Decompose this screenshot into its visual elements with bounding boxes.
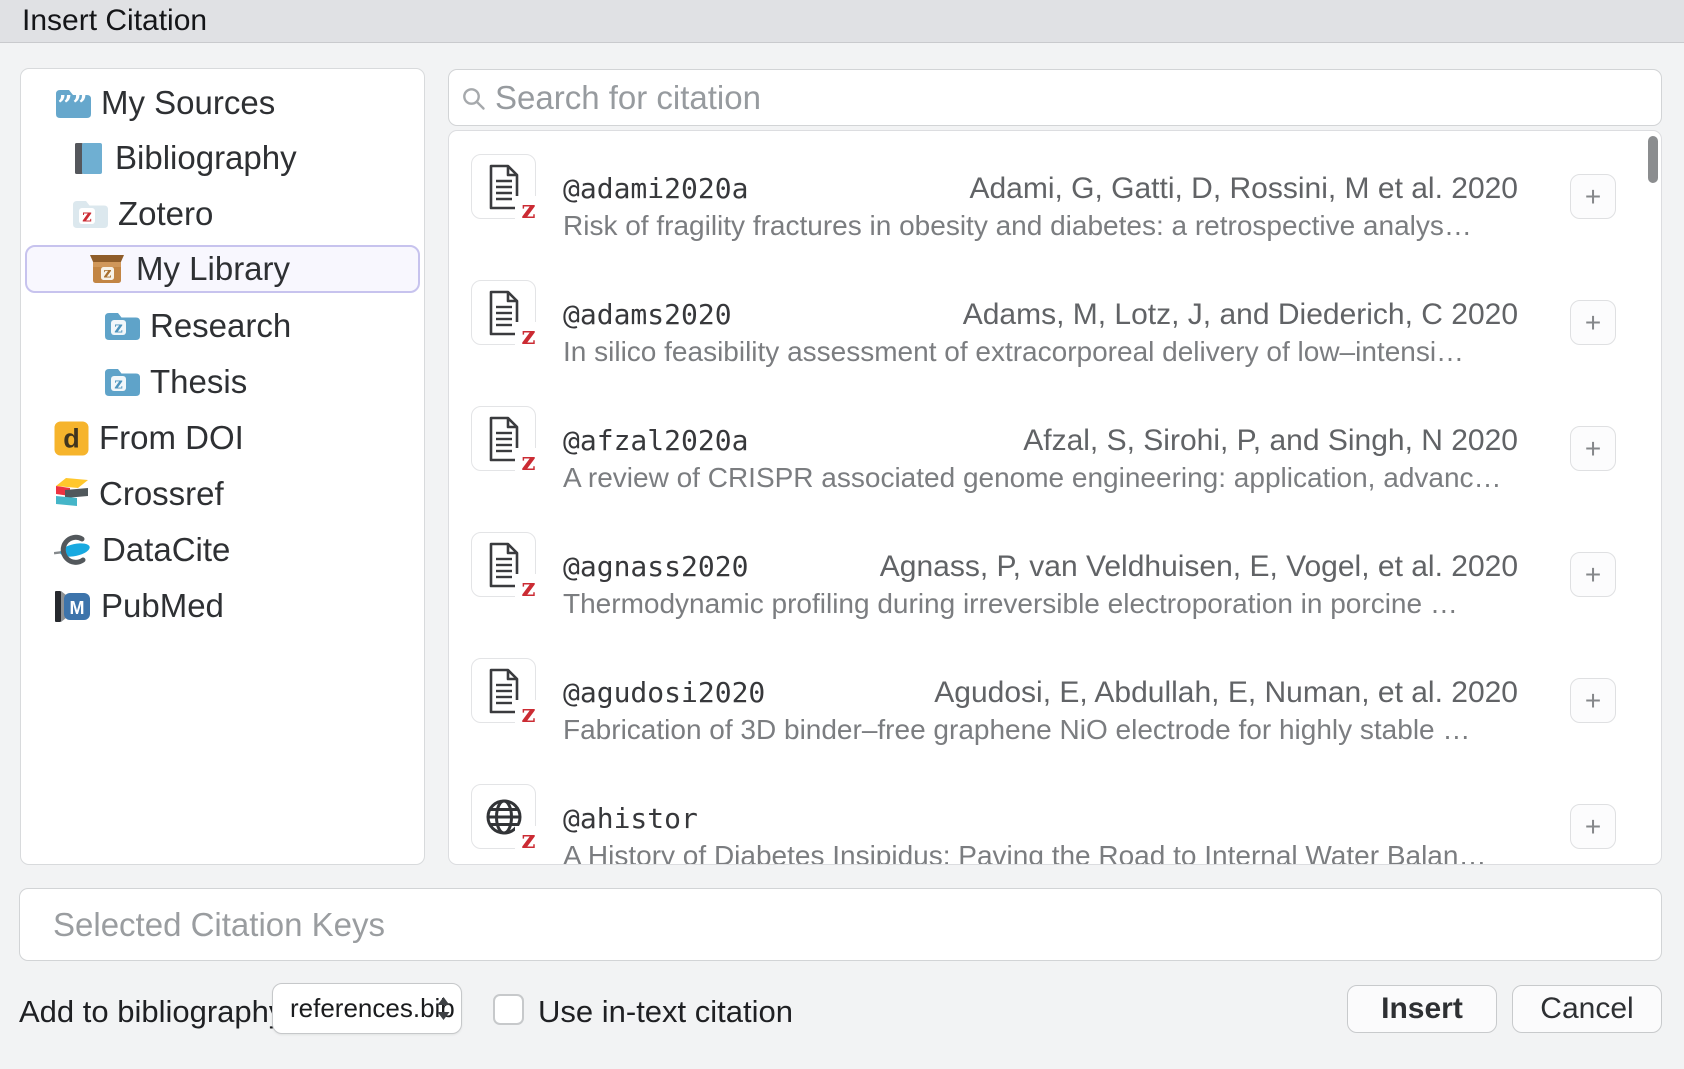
sidebar-item-bibliography[interactable]: Bibliography	[25, 134, 420, 182]
sidebar-item-thesis[interactable]: z Thesis	[25, 358, 420, 406]
use-intext-citation-label: Use in-text citation	[538, 994, 793, 1030]
citation-row[interactable]: z @agudosi2020 Agudosi, E, Abdullah, E, …	[449, 658, 1662, 758]
citation-row[interactable]: z @ahistor A History of Diabetes Insipid…	[449, 784, 1662, 865]
zotero-badge-icon: z	[515, 196, 542, 223]
sources-folder-icon: ””	[54, 88, 91, 119]
citation-row[interactable]: z @afzal2020a Afzal, S, Sirohi, P, and S…	[449, 406, 1662, 506]
sidebar-item-label: Crossref	[99, 475, 224, 513]
zotero-folder-icon: z	[72, 199, 108, 229]
citation-key: @agnass2020	[563, 550, 748, 583]
search-box	[448, 69, 1662, 126]
cancel-button[interactable]: Cancel	[1512, 985, 1662, 1033]
add-citation-button[interactable]: +	[1570, 552, 1616, 597]
citation-title: Thermodynamic profiling during irreversi…	[563, 588, 1458, 620]
book-icon	[72, 142, 105, 175]
sidebar-item-label: My Library	[136, 250, 290, 288]
selected-citation-keys-input[interactable]	[51, 889, 1635, 961]
select-stepper-icon	[436, 997, 451, 1026]
sidebar-item-label: Zotero	[118, 195, 213, 233]
search-icon	[461, 86, 487, 117]
citation-key: @ahistor	[563, 802, 698, 835]
svg-text:d: d	[63, 423, 80, 453]
sidebar-item-zotero[interactable]: z Zotero	[25, 190, 420, 238]
citation-title: A review of CRISPR associated genome eng…	[563, 462, 1502, 494]
zotero-badge-icon: z	[515, 574, 542, 601]
citation-title: Fabrication of 3D binder–free graphene N…	[563, 714, 1470, 746]
svg-text:z: z	[104, 265, 112, 281]
add-citation-button[interactable]: +	[1570, 804, 1616, 849]
zotero-badge-icon: z	[515, 700, 542, 727]
insert-button[interactable]: Insert	[1347, 985, 1497, 1033]
citation-list-panel: z @adami2020a Adami, G, Gatti, D, Rossin…	[448, 130, 1662, 865]
scrollbar-thumb[interactable]	[1648, 136, 1658, 183]
sidebar-item-label: Bibliography	[115, 139, 297, 177]
citation-authors: Adami, G, Gatti, D, Rossini, M et al. 20…	[969, 172, 1518, 206]
citation-row[interactable]: z @adami2020a Adami, G, Gatti, D, Rossin…	[449, 154, 1662, 254]
sidebar-item-label: PubMed	[101, 587, 224, 625]
citation-title: A History of Diabetes Insipidus: Paving …	[563, 840, 1486, 865]
sidebar-item-datacite[interactable]: DataCite	[25, 526, 420, 574]
zotero-badge-icon: z	[515, 322, 542, 349]
citation-authors: Afzal, S, Sirohi, P, and Singh, N 2020	[1023, 424, 1518, 458]
zotero-badge-icon: z	[515, 448, 542, 475]
sidebar-item-label: Research	[150, 307, 291, 345]
sidebar-item-label: Thesis	[150, 363, 247, 401]
search-input[interactable]	[493, 70, 1647, 126]
citation-authors: Agudosi, E, Abdullah, E, Numan, et al. 2…	[934, 676, 1518, 710]
svg-text:z: z	[114, 375, 123, 393]
add-citation-button[interactable]: +	[1570, 678, 1616, 723]
svg-text:z: z	[82, 207, 92, 227]
svg-text:z: z	[114, 319, 123, 337]
sidebar-item-my-sources[interactable]: ”” My Sources	[25, 79, 420, 127]
citation-key: @agudosi2020	[563, 676, 765, 709]
selected-keys-box	[19, 888, 1662, 961]
citation-title: Risk of fragility fractures in obesity a…	[563, 210, 1472, 242]
citation-row[interactable]: z @agnass2020 Agnass, P, van Veldhuisen,…	[449, 532, 1662, 632]
blue-folder-z-icon: z	[104, 311, 140, 341]
bibliography-file-select[interactable]: references.bib	[272, 983, 462, 1034]
sidebar-item-my-library[interactable]: z My Library	[25, 245, 420, 293]
citation-key: @adami2020a	[563, 172, 748, 205]
pubmed-icon: M	[54, 590, 91, 623]
sidebar-item-from-doi[interactable]: d From DOI	[25, 414, 420, 462]
add-citation-button[interactable]: +	[1570, 174, 1616, 219]
add-to-bibliography-label: Add to bibliography:	[19, 994, 293, 1030]
zotero-badge-icon: z	[515, 826, 542, 853]
citation-authors: Adams, M, Lotz, J, and Diederich, C 2020	[963, 298, 1518, 332]
sidebar-item-label: From DOI	[99, 419, 244, 457]
sidebar-item-crossref[interactable]: Crossref	[25, 470, 420, 518]
citation-authors: Agnass, P, van Veldhuisen, E, Vogel, et …	[880, 550, 1518, 584]
sidebar-item-label: My Sources	[101, 84, 275, 122]
sidebar-item-research[interactable]: z Research	[25, 302, 420, 350]
citation-row[interactable]: z @adams2020 Adams, M, Lotz, J, and Died…	[449, 280, 1662, 380]
svg-text:””: ””	[58, 91, 88, 119]
sidebar-item-pubmed[interactable]: M PubMed	[25, 582, 420, 630]
blue-folder-z-icon: z	[104, 367, 140, 397]
use-intext-citation-checkbox[interactable]	[493, 994, 524, 1025]
library-box-icon: z	[88, 254, 126, 285]
datacite-icon	[54, 533, 92, 568]
bibliography-file-value: references.bib	[290, 993, 455, 1024]
citation-title: In silico feasibility assessment of extr…	[563, 336, 1464, 368]
citation-key: @adams2020	[563, 298, 732, 331]
add-citation-button[interactable]: +	[1570, 300, 1616, 345]
doi-icon: d	[54, 421, 89, 456]
dialog-titlebar: Insert Citation	[0, 0, 1684, 43]
crossref-icon	[54, 477, 89, 512]
citation-key: @afzal2020a	[563, 424, 748, 457]
svg-text:M: M	[70, 598, 85, 618]
add-citation-button[interactable]: +	[1570, 426, 1616, 471]
dialog-title: Insert Citation	[22, 4, 207, 38]
sidebar-item-label: DataCite	[102, 531, 230, 569]
sources-sidebar: ”” My Sources Bibliography z Zotero z My…	[20, 68, 425, 865]
